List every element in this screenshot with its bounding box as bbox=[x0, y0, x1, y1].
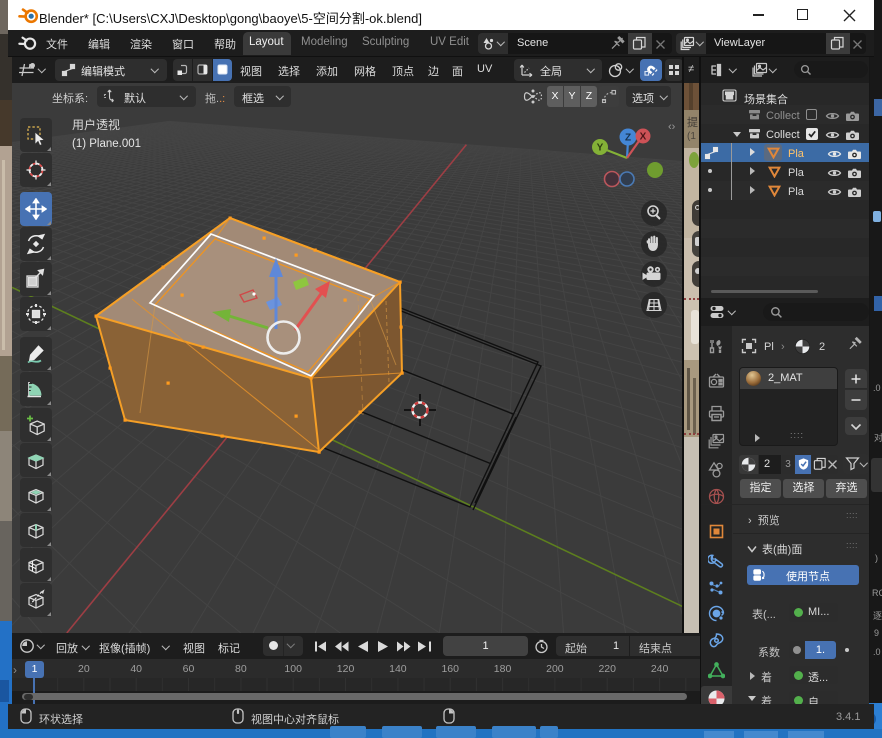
svg-text:(1) Plane.001: (1) Plane.001 bbox=[72, 138, 141, 150]
svg-text:用户透视: 用户透视 bbox=[72, 117, 120, 132]
svg-text:‹›: ‹› bbox=[668, 121, 676, 133]
svg-text:Z: Z bbox=[625, 133, 631, 144]
svg-text:X: X bbox=[640, 132, 647, 143]
svg-text:Y: Y bbox=[597, 143, 604, 154]
